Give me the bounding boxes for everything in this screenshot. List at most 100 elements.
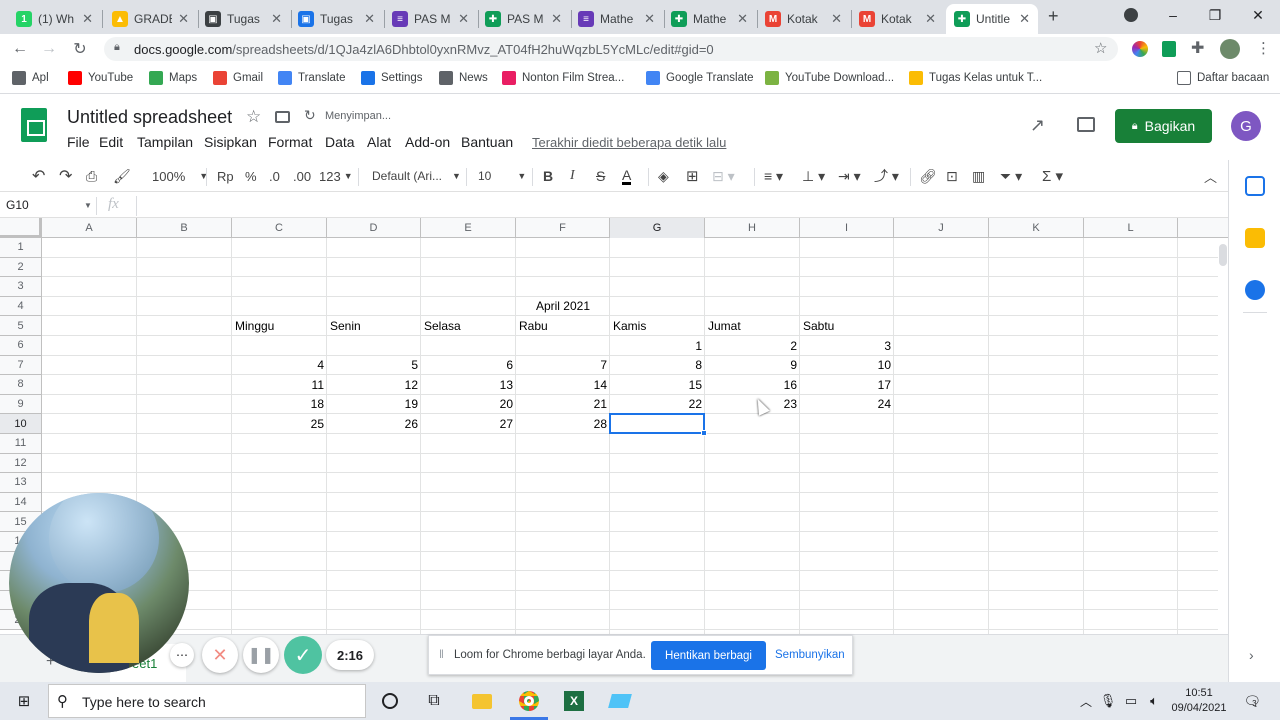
italic-icon[interactable]: I (570, 167, 575, 185)
sheets-logo-icon[interactable] (21, 108, 47, 142)
tab-search-icon[interactable] (1124, 8, 1138, 22)
bookmark-item[interactable]: Settings (361, 71, 423, 85)
selected-cell-border[interactable] (609, 413, 705, 434)
loom-webcam-bubble[interactable] (9, 493, 189, 673)
bookmark-item[interactable]: YouTube Download... (765, 71, 894, 85)
cell-c9[interactable]: 18 (232, 395, 327, 414)
vertical-align-icon[interactable]: ⊥ ▾ (802, 167, 825, 185)
cell-g9[interactable]: 22 (610, 395, 705, 414)
row-header-14[interactable]: 14 (0, 492, 42, 513)
browser-menu-icon[interactable]: ⋮ (1256, 39, 1271, 57)
cell-f7[interactable]: 7 (516, 356, 610, 375)
menu-addon[interactable]: Add-on (405, 134, 450, 150)
calendar-icon[interactable] (1245, 176, 1265, 196)
browser-tab[interactable]: ≡ PAS M ✕ (384, 4, 477, 34)
column-header-a[interactable]: A (42, 218, 137, 238)
font-size-select[interactable]: 10 ▼ (478, 167, 526, 185)
filter-icon[interactable]: ⏷ ▾ (1000, 167, 1022, 185)
column-header-c[interactable]: C (232, 218, 327, 238)
row-header-12[interactable]: 12 (0, 453, 42, 474)
currency-format-button[interactable]: Rp (217, 167, 234, 185)
extension-colorful-icon[interactable] (1132, 41, 1148, 57)
insert-link-icon[interactable]: 🔗︎ (919, 167, 937, 185)
more-options-button[interactable]: ⋯ (170, 643, 194, 667)
paint-format-icon[interactable]: 🖌︎ (113, 167, 131, 185)
print-icon[interactable]: ⎙ (86, 167, 97, 185)
menu-tampilan[interactable]: Tampilan (137, 134, 193, 150)
cell-f8[interactable]: 14 (516, 375, 610, 394)
vertical-scrollbar-thumb[interactable] (1219, 244, 1227, 266)
cancel-recording-button[interactable]: ✕ (202, 637, 238, 673)
percent-format-button[interactable]: % (245, 167, 257, 185)
cell-i6[interactable]: 3 (800, 336, 894, 355)
cell-d7[interactable]: 5 (327, 356, 421, 375)
profile-avatar[interactable] (1220, 39, 1240, 59)
browser-tab[interactable]: M Kotak ✕ (757, 4, 850, 34)
address-bar[interactable]: 🔒︎ docs.google.com/spreadsheets/d/1QJa4z… (104, 37, 1118, 61)
row-header-10[interactable]: 10 (0, 414, 42, 434)
functions-icon[interactable]: Σ ▾ (1042, 167, 1063, 185)
decrease-decimal-button[interactable]: .0 (269, 167, 280, 185)
fill-handle[interactable] (701, 430, 707, 436)
lock-icon[interactable]: 🔒︎ (114, 41, 120, 54)
cell-g5[interactable]: Kamis (610, 316, 705, 335)
browser-tab[interactable]: ▲ GRADE ✕ (104, 4, 197, 34)
share-button[interactable]: 🔒︎ Bagikan (1115, 109, 1212, 143)
bookmark-item[interactable]: Apl (12, 71, 49, 85)
reading-list[interactable]: Daftar bacaan (1177, 71, 1269, 85)
bookmark-star-icon[interactable]: ☆ (1094, 39, 1107, 57)
finish-recording-button[interactable]: ✓ (284, 636, 322, 674)
close-tab-icon[interactable]: ✕ (925, 11, 936, 27)
row-header-13[interactable]: 13 (0, 473, 42, 493)
column-header-f[interactable]: F (516, 218, 610, 238)
cell-d9[interactable]: 19 (327, 395, 421, 414)
cell-d8[interactable]: 12 (327, 375, 421, 394)
cell-e9[interactable]: 20 (421, 395, 516, 414)
close-tab-icon[interactable]: ✕ (1019, 11, 1030, 27)
sheets-extension-icon[interactable] (1162, 41, 1176, 57)
cell-f9[interactable]: 21 (516, 395, 610, 414)
tasks-icon[interactable] (1245, 280, 1265, 300)
close-window-button[interactable]: ✕ (1235, 0, 1280, 30)
maximize-button[interactable]: ❐ (1192, 0, 1238, 30)
row-header-11[interactable]: 11 (0, 434, 42, 454)
cell-h9[interactable]: 23 (705, 395, 800, 414)
show-side-panel-icon[interactable]: › (1249, 647, 1254, 663)
menu-file[interactable]: File (67, 134, 90, 150)
column-header-h[interactable]: H (705, 218, 800, 238)
borders-icon[interactable]: ⊞ (686, 167, 699, 185)
close-tab-icon[interactable]: ✕ (831, 11, 842, 27)
taskbar-clock[interactable]: 10:51 09/04/2021 (1168, 686, 1230, 716)
windows-start-icon[interactable]: ⊞ (12, 689, 36, 713)
row-header-8[interactable]: 8 (0, 375, 42, 395)
move-folder-icon[interactable] (275, 111, 290, 123)
bookmark-item[interactable]: Google Translate (646, 71, 754, 85)
reload-icon[interactable]: ↻ (71, 40, 89, 58)
cell-h6[interactable]: 2 (705, 336, 800, 355)
column-header-e[interactable]: E (421, 218, 516, 238)
cell-g6[interactable]: 1 (610, 336, 705, 355)
browser-tab[interactable]: ✚ PAS M ✕ (477, 4, 570, 34)
bookmark-item[interactable]: News (439, 71, 488, 85)
cell-h8[interactable]: 16 (705, 375, 800, 394)
browser-tab[interactable]: ≡ Mathe ✕ (570, 4, 663, 34)
collapse-toolbar-icon[interactable]: ︿ (1204, 167, 1217, 185)
cell-e8[interactable]: 13 (421, 375, 516, 394)
cell-f5[interactable]: Rabu (516, 316, 610, 335)
cell-d10[interactable]: 26 (327, 414, 421, 433)
cell-c8[interactable]: 11 (232, 375, 327, 394)
browser-tab[interactable]: M Kotak ✕ (851, 4, 944, 34)
last-edit-link[interactable]: Terakhir diedit beberapa detik lalu (532, 135, 726, 150)
hide-button[interactable]: Sembunyikan (775, 649, 845, 661)
horizontal-align-icon[interactable]: ≡ ▾ (764, 167, 783, 185)
microphone-icon[interactable]: 🎙︎ (1096, 689, 1120, 713)
new-tab-button[interactable]: + (1048, 6, 1059, 27)
vertical-scrollbar[interactable] (1218, 238, 1228, 634)
bookmark-item[interactable]: Nonton Film Strea... (502, 71, 624, 85)
forward-icon[interactable]: → (40, 40, 58, 58)
column-header-j[interactable]: J (894, 218, 989, 238)
strikethrough-icon[interactable]: S (596, 167, 605, 185)
merge-cells-icon[interactable]: ⊟ ▾ (712, 167, 735, 185)
minimize-button[interactable]: – (1150, 0, 1196, 30)
notifications-icon[interactable]: 🗨︎ 3 (1238, 689, 1262, 713)
